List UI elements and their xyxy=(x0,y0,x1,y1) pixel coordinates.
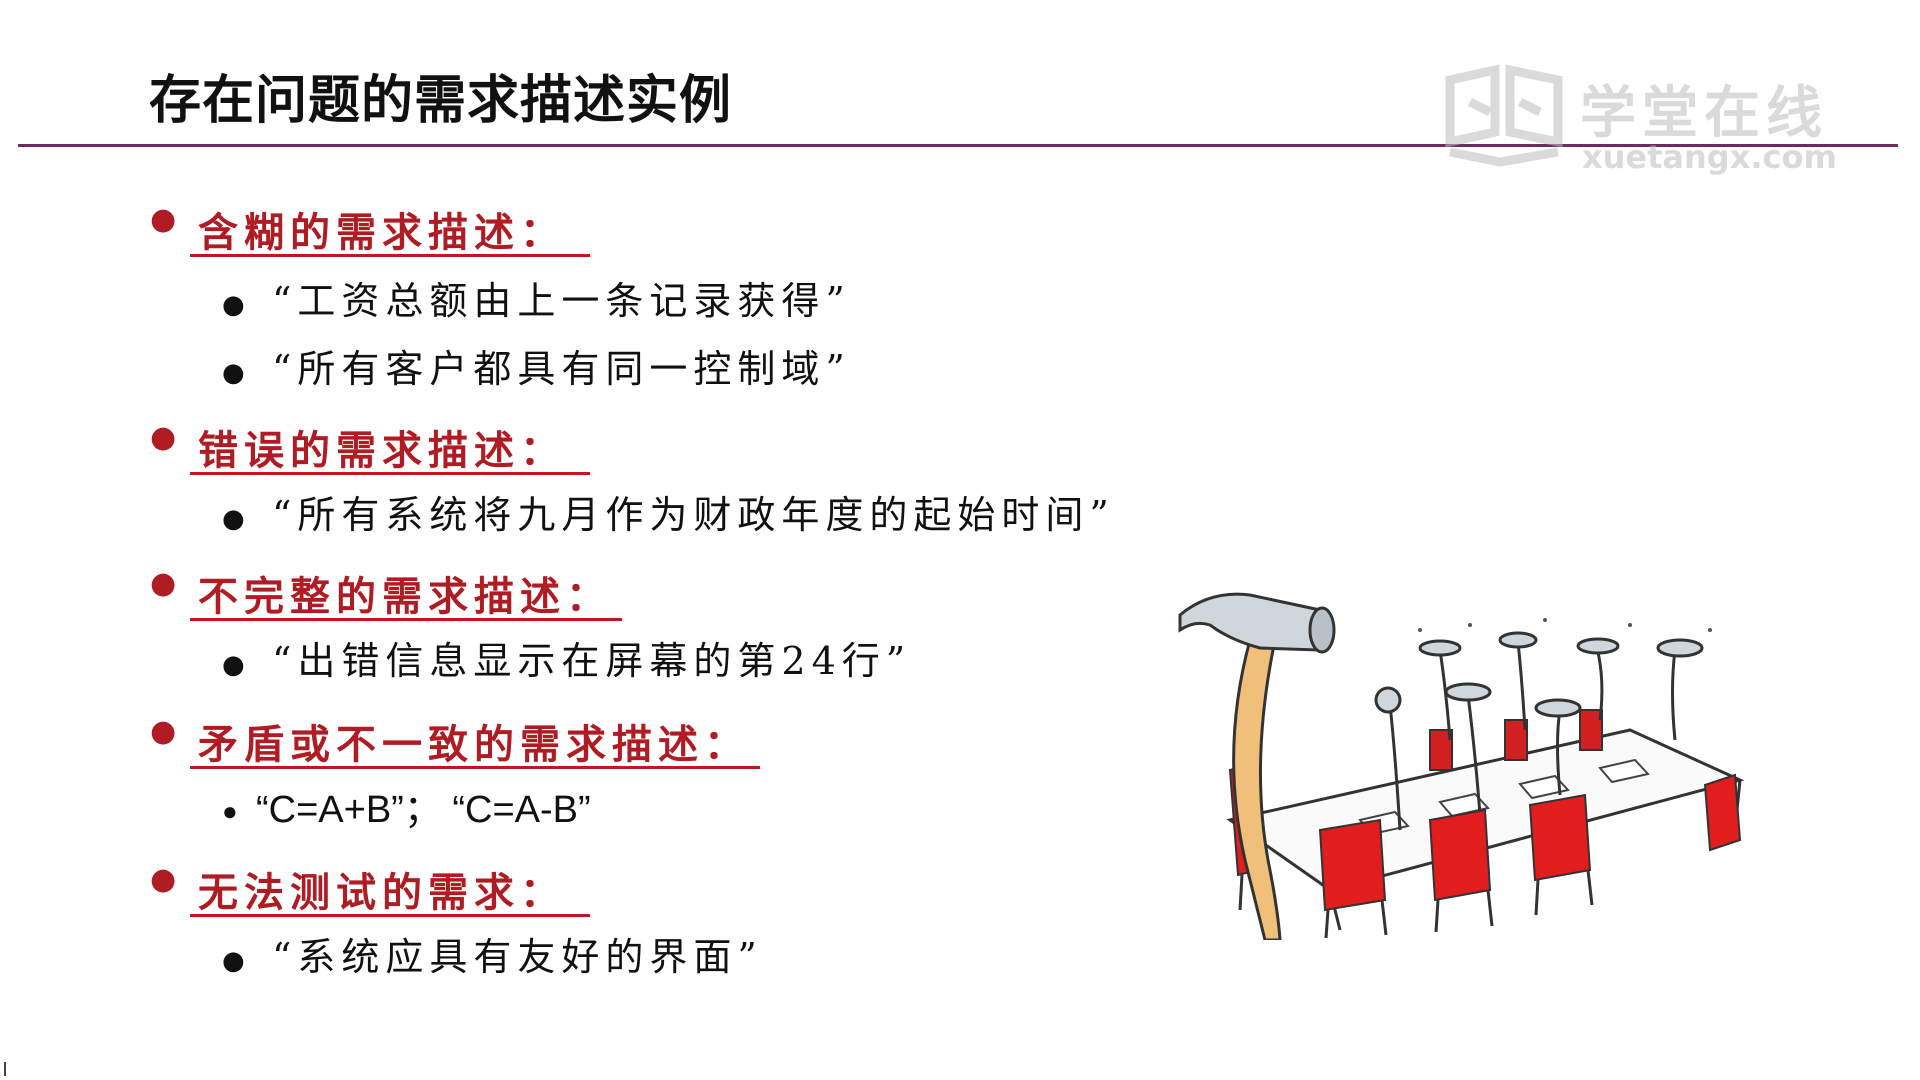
heading-underline xyxy=(190,618,622,621)
item-text: “所有系统将九月作为财政年度的起始时间” xyxy=(272,493,1115,537)
cursor-marker xyxy=(4,1062,6,1076)
section-heading: 矛盾或不一致的需求描述： xyxy=(198,721,750,768)
item-text: “工资总额由上一条记录获得” xyxy=(272,279,851,323)
section-bullet: ● xyxy=(150,566,177,601)
section-heading: 错误的需求描述： xyxy=(198,427,566,474)
section-heading: 不完整的需求描述： xyxy=(198,573,612,620)
section-heading: 含糊的需求描述： xyxy=(198,209,566,256)
list-item: ● “工资总额由上一条记录获得” xyxy=(222,279,851,323)
heading-underline xyxy=(190,766,760,769)
section-bullet: ● xyxy=(150,862,177,897)
heading-underline xyxy=(190,472,590,475)
heading-underline xyxy=(190,914,590,917)
list-item: ● “所有客户都具有同一控制域” xyxy=(222,347,851,391)
section-bullet: ● xyxy=(150,420,177,455)
section-bullet: ● xyxy=(150,714,177,749)
item-text: “C=A+B”； “C=A-B” xyxy=(256,789,591,831)
section-bullet: ● xyxy=(150,202,177,237)
hammer-nails-cartoon-icon xyxy=(1178,592,1745,940)
heading-underline xyxy=(190,254,590,257)
list-item: ● “C=A+B”； “C=A-B” xyxy=(222,789,591,831)
item-text: “出错信息显示在屏幕的第24行” xyxy=(272,639,912,683)
list-item: ● “出错信息显示在屏幕的第24行” xyxy=(222,639,912,683)
list-item: ● “所有系统将九月作为财政年度的起始时间” xyxy=(222,493,1115,537)
item-text: “所有客户都具有同一控制域” xyxy=(272,347,851,391)
item-text: “系统应具有友好的界面” xyxy=(272,935,763,979)
section-heading: 无法测试的需求： xyxy=(198,869,566,916)
list-item: ● “系统应具有友好的界面” xyxy=(222,935,763,979)
